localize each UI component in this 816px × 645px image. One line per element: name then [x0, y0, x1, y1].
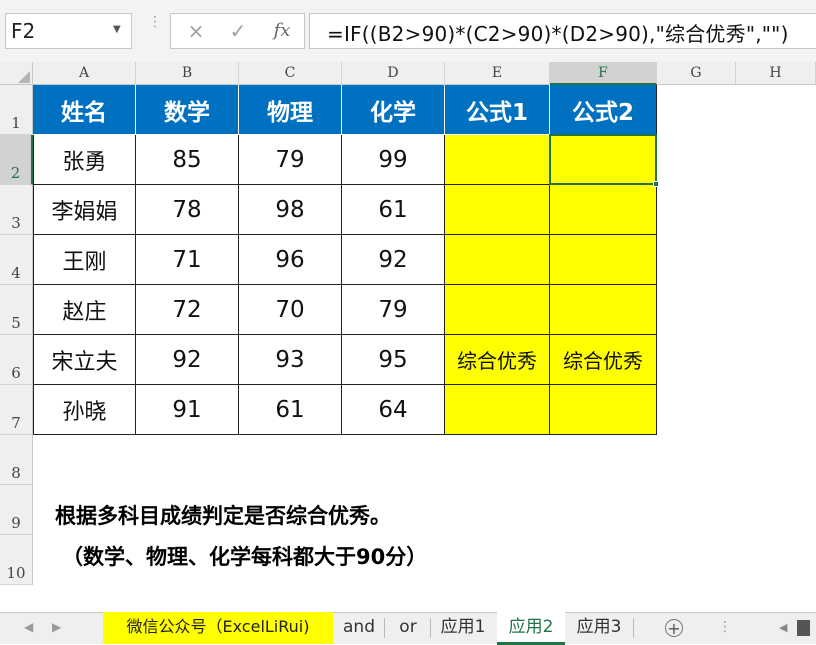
cell-e6[interactable]: 综合优秀 [445, 335, 550, 385]
cell-a2[interactable]: 张勇 [33, 135, 136, 185]
name-box-value: F2 [11, 19, 36, 43]
tab-divider [633, 618, 634, 638]
cell-d2[interactable]: 99 [342, 135, 445, 185]
horizontal-scrollbar-thumb[interactable] [797, 620, 810, 636]
column-header-h[interactable]: H [736, 62, 816, 85]
active-cell-selection[interactable] [549, 134, 657, 185]
cell-b2[interactable]: 85 [136, 135, 239, 185]
sheet-tab-wechat[interactable]: 微信公众号（ExcelLiRui) [103, 612, 333, 644]
header-cell-name[interactable]: 姓名 [33, 85, 136, 135]
cell-d7[interactable]: 64 [342, 385, 445, 435]
column-header-g[interactable]: G [657, 62, 736, 85]
cell-f5[interactable] [550, 285, 657, 335]
tab-divider [430, 618, 431, 638]
row-header-4[interactable]: 4 [0, 235, 33, 285]
row-header-7[interactable]: 7 [0, 385, 33, 435]
fill-handle[interactable] [653, 181, 659, 187]
column-header-a[interactable]: A [33, 62, 136, 85]
chevron-down-icon[interactable]: ▼ [113, 24, 121, 35]
row-header-8[interactable]: 8 [0, 435, 33, 485]
scroll-left-icon[interactable]: ◀ [779, 621, 787, 634]
cell-c3[interactable]: 98 [239, 185, 342, 235]
cell-f3[interactable] [550, 185, 657, 235]
cell-b5[interactable]: 72 [136, 285, 239, 335]
cell-a3[interactable]: 李娟娟 [33, 185, 136, 235]
cell-f6[interactable]: 综合优秀 [550, 335, 657, 385]
cell-a7[interactable]: 孙晓 [33, 385, 136, 435]
select-all-icon [18, 71, 30, 83]
header-cell-formula1[interactable]: 公式1 [445, 85, 550, 135]
sheet-tab-app2[interactable]: 应用2 [497, 612, 565, 645]
cell-e5[interactable] [445, 285, 550, 335]
formula-text: =IF((B2>90)*(C2>90)*(D2>90),"综合优秀","") [327, 22, 789, 46]
cell-a6[interactable]: 宋立夫 [33, 335, 136, 385]
column-header-f[interactable]: F [550, 62, 657, 85]
row-header-9[interactable]: 9 [0, 485, 33, 535]
next-sheet-icon[interactable]: ▶ [52, 620, 61, 634]
formula-buttons: × ✓ fx [170, 13, 305, 49]
sheet-tab-or[interactable]: or [386, 612, 430, 644]
note-line-1: 根据多科目成绩判定是否综合优秀。 [55, 504, 391, 528]
row-header-2[interactable]: 2 [0, 135, 33, 185]
cell-e2[interactable] [445, 135, 550, 185]
cell-e7[interactable] [445, 385, 550, 435]
header-cell-math[interactable]: 数学 [136, 85, 239, 135]
column-header-d[interactable]: D [342, 62, 445, 85]
header-cell-physics[interactable]: 物理 [239, 85, 342, 135]
cell-b7[interactable]: 91 [136, 385, 239, 435]
tab-divider [384, 618, 385, 638]
cell-c7[interactable]: 61 [239, 385, 342, 435]
cell-b6[interactable]: 92 [136, 335, 239, 385]
row-header-10[interactable]: 10 [0, 535, 33, 585]
cell-c2[interactable]: 79 [239, 135, 342, 185]
cell-f7[interactable] [550, 385, 657, 435]
cell-b3[interactable]: 78 [136, 185, 239, 235]
cell-c4[interactable]: 96 [239, 235, 342, 285]
header-cell-chemistry[interactable]: 化学 [342, 85, 445, 135]
cancel-icon[interactable]: × [177, 14, 215, 48]
column-header-c[interactable]: C [239, 62, 342, 85]
cell-d4[interactable]: 92 [342, 235, 445, 285]
column-header-e[interactable]: E [445, 62, 550, 85]
add-sheet-icon[interactable]: + [665, 619, 683, 637]
sheet-tab-app3[interactable]: 应用3 [566, 612, 632, 644]
drag-handle-icon[interactable]: ⋮ [148, 15, 162, 29]
cell-d3[interactable]: 61 [342, 185, 445, 235]
cell-b4[interactable]: 71 [136, 235, 239, 285]
more-options-icon[interactable]: ⋮ [718, 619, 733, 635]
enter-icon[interactable]: ✓ [219, 14, 257, 48]
cell-e4[interactable] [445, 235, 550, 285]
cell-f4[interactable] [550, 235, 657, 285]
cell-a5[interactable]: 赵庄 [33, 285, 136, 335]
fx-icon[interactable]: fx [263, 14, 301, 48]
row-header-6[interactable]: 6 [0, 335, 33, 385]
row-header-1[interactable]: 1 [0, 85, 33, 135]
note-line-2: （数学、物理、化学每科都大于90分） [62, 545, 428, 569]
cell-c5[interactable]: 70 [239, 285, 342, 335]
sheet-tab-and[interactable]: and [335, 612, 383, 644]
cell-c6[interactable]: 93 [239, 335, 342, 385]
cell-e3[interactable] [445, 185, 550, 235]
cell-d5[interactable]: 79 [342, 285, 445, 335]
sheet-tab-app1[interactable]: 应用1 [432, 612, 494, 644]
row-header-5[interactable]: 5 [0, 285, 33, 335]
cell-a4[interactable]: 王刚 [33, 235, 136, 285]
header-cell-formula2[interactable]: 公式2 [550, 85, 657, 135]
column-header-b[interactable]: B [136, 62, 239, 85]
prev-sheet-icon[interactable]: ◀ [24, 620, 33, 634]
row-header-3[interactable]: 3 [0, 185, 33, 235]
cell-d6[interactable]: 95 [342, 335, 445, 385]
